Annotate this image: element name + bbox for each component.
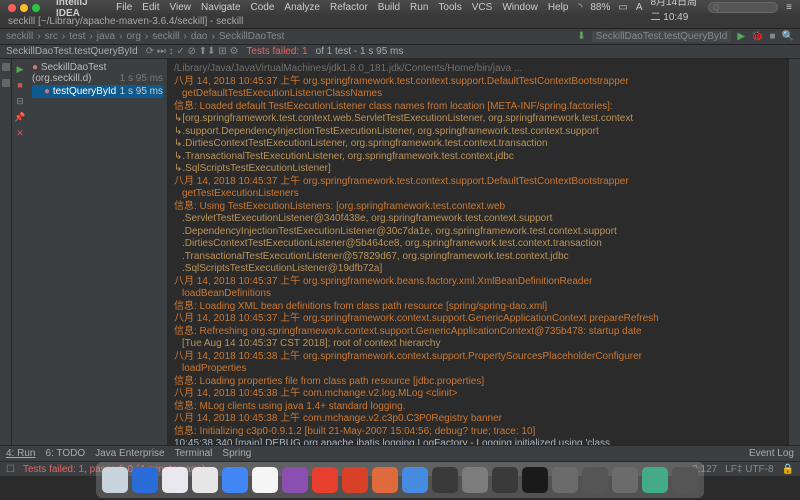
breadcrumb: seckill› src› test› java› org› seckill› …	[0, 29, 800, 45]
tab-javaee[interactable]: Java Enterprise	[95, 448, 164, 459]
lock-icon[interactable]: 🔒	[782, 464, 794, 475]
bottom-toolbar: 4: Run 6: TODO Java Enterprise Terminal …	[0, 445, 800, 461]
close-icon[interactable]: ✕	[14, 127, 26, 139]
battery-text: 88%	[590, 2, 610, 13]
menu-help[interactable]: Help	[548, 2, 569, 13]
bc-dao[interactable]: dao	[191, 31, 208, 42]
dock-app-icon[interactable]	[492, 467, 518, 493]
stop-icon[interactable]: ■	[14, 79, 26, 91]
dock-app-icon[interactable]	[672, 467, 698, 493]
test-tree[interactable]: ● SeckillDaoTest (org.seckill.d) 1 s 95 …	[28, 59, 168, 445]
dock-app-icon[interactable]	[162, 467, 188, 493]
macos-menubar: IntelliJ IDEA File Edit View Navigate Co…	[0, 0, 800, 15]
dock-app-icon[interactable]	[282, 467, 308, 493]
dock-app-icon[interactable]	[102, 467, 128, 493]
dock-app-icon[interactable]	[642, 467, 668, 493]
dock-app-icon[interactable]	[132, 467, 158, 493]
menu-refactor[interactable]: Refactor	[330, 2, 368, 13]
vcs-icon[interactable]: ⬇	[577, 31, 585, 42]
tab-run[interactable]: 4: Run	[6, 448, 35, 459]
dock-app-icon[interactable]	[612, 467, 638, 493]
tests-of-text: of 1 test - 1 s 95 ms	[316, 46, 404, 57]
tests-failed-text: Tests failed: 1	[246, 46, 307, 57]
dock-app-icon[interactable]	[402, 467, 428, 493]
dock-app-icon[interactable]	[252, 467, 278, 493]
wifi-icon[interactable]: ◝	[578, 2, 582, 13]
tree-root: ● SeckillDaoTest (org.seckill.d) 1 s 95 …	[32, 61, 163, 85]
window-tab-label: seckill [~/Library/apache-maven-3.6.4/se…	[8, 16, 243, 27]
menu-code[interactable]: Code	[251, 2, 275, 13]
menu-view[interactable]: View	[170, 2, 192, 13]
bc-seckill[interactable]: seckill	[152, 31, 179, 42]
clock-text: 8月14日周二 10:49	[650, 0, 700, 23]
dock-app-icon[interactable]	[342, 467, 368, 493]
dock-app-icon[interactable]	[222, 467, 248, 493]
battery-icon: ▭	[618, 2, 627, 13]
dock-app-icon[interactable]	[522, 467, 548, 493]
menu-edit[interactable]: Edit	[142, 2, 159, 13]
run-icon[interactable]: ▶	[737, 31, 745, 42]
tab-terminal[interactable]: Terminal	[175, 448, 213, 459]
search-icon[interactable]: 🔍	[782, 31, 794, 42]
bc-test[interactable]: test	[69, 31, 85, 42]
menu-tools[interactable]: Tools	[438, 2, 461, 13]
menu-run[interactable]: Run	[410, 2, 428, 13]
macos-dock[interactable]	[96, 462, 704, 498]
rerun-icon[interactable]: ▶	[14, 63, 26, 75]
menu-file[interactable]: File	[116, 2, 132, 13]
toggle-icon[interactable]: ⊟	[14, 95, 26, 107]
dock-app-icon[interactable]	[372, 467, 398, 493]
event-log[interactable]: Event Log	[749, 448, 794, 459]
dock-app-icon[interactable]	[582, 467, 608, 493]
run-tab-label[interactable]: SeckillDaoTest.testQueryById	[6, 46, 138, 57]
left-gutter	[0, 59, 12, 445]
stop-icon[interactable]: ■	[770, 31, 776, 42]
run-header: SeckillDaoTest.testQueryById ⟳ ⏭ ↕ ✓ ⊘ ⬆…	[0, 45, 800, 59]
encoding: LF‡ UTF-8	[725, 464, 773, 475]
bc-project[interactable]: seckill	[6, 31, 33, 42]
right-gutter	[788, 59, 800, 445]
tab-spring[interactable]: Spring	[222, 448, 251, 459]
dock-app-icon[interactable]	[552, 467, 578, 493]
run-toolbar: ▶ ■ ⊟ 📌 ✕	[12, 59, 28, 445]
menu-vcs[interactable]: VCS	[472, 2, 493, 13]
spotlight-input[interactable]	[708, 2, 778, 13]
tab-todo[interactable]: 6: TODO	[45, 448, 85, 459]
menu-build[interactable]: Build	[378, 2, 400, 13]
pin-icon[interactable]: 📌	[14, 111, 26, 123]
console-output[interactable]: /Library/Java/JavaVirtualMachines/jdk1.8…	[168, 59, 788, 445]
run-config-label[interactable]: SeckillDaoTest.testQueryById	[592, 31, 732, 42]
menu-icon[interactable]: ≡	[786, 2, 792, 13]
tree-child: ● testQueryById 1 s 95 ms	[32, 85, 163, 98]
status-icon: ☐	[6, 464, 15, 475]
bc-src[interactable]: src	[45, 31, 58, 42]
window-controls[interactable]	[8, 4, 40, 12]
dock-app-icon[interactable]	[192, 467, 218, 493]
bc-java[interactable]: java	[97, 31, 115, 42]
dock-app-icon[interactable]	[312, 467, 338, 493]
input-icon[interactable]: A	[636, 2, 643, 13]
menu-window[interactable]: Window	[502, 2, 538, 13]
menu-navigate[interactable]: Navigate	[201, 2, 240, 13]
bc-org[interactable]: org	[126, 31, 140, 42]
bc-class[interactable]: SeckillDaoTest	[219, 31, 285, 42]
dock-app-icon[interactable]	[432, 467, 458, 493]
debug-icon[interactable]: 🐞	[751, 31, 763, 42]
dock-app-icon[interactable]	[462, 467, 488, 493]
menu-analyze[interactable]: Analyze	[284, 2, 320, 13]
